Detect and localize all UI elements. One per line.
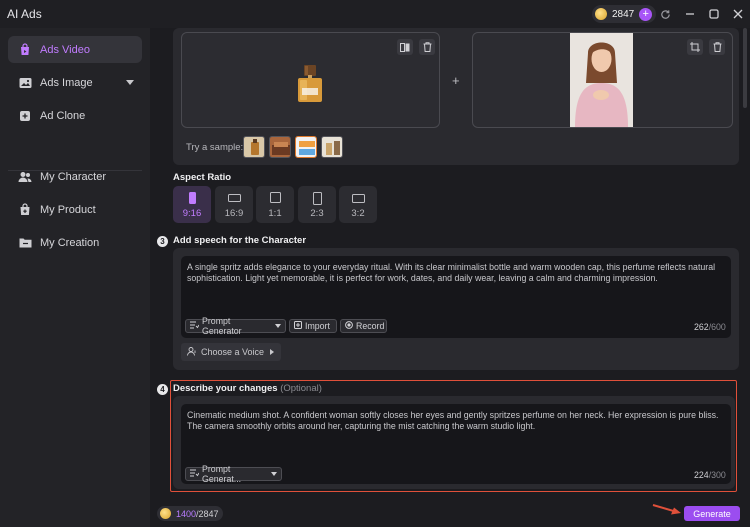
close-icon[interactable] (730, 6, 746, 22)
sidebar: Ads Video Ads Image Ad Clone My Characte… (0, 28, 150, 527)
ratio-label: 16:9 (224, 208, 244, 219)
prompt-generator-label: Prompt Generator (202, 316, 242, 336)
perfume-product-image (296, 64, 324, 107)
chevron-down-icon (275, 324, 281, 328)
ratio-label: 2:3 (310, 208, 324, 219)
credits-total: /2847 (196, 508, 219, 519)
users-icon (18, 170, 32, 184)
sidebar-item-my-character[interactable]: My Character (8, 163, 142, 190)
choose-voice-label: Choose a Voice (201, 347, 265, 357)
generate-button[interactable]: Generate (684, 506, 740, 521)
prompt-generator-dropdown[interactable]: Prompt Generator (185, 316, 286, 336)
sidebar-item-label: Ad Clone (40, 109, 86, 122)
sidebar-item-ads-video[interactable]: Ads Video (8, 36, 142, 63)
clone-icon (18, 109, 32, 123)
import-icon (294, 321, 302, 331)
ratio-option-1-1[interactable]: 1:1 (256, 186, 294, 223)
delete-icon[interactable] (419, 39, 435, 55)
coin-icon (160, 508, 171, 519)
scrollbar-thumb[interactable] (743, 28, 747, 108)
portrait-ratio-icon (312, 192, 322, 205)
record-button[interactable]: Record (340, 319, 387, 333)
video-bag-icon (18, 43, 32, 57)
swap-image-icon[interactable] (397, 39, 413, 55)
credits-count: 2847 (612, 8, 635, 20)
delete-icon[interactable] (709, 39, 725, 55)
ratio-label: 3:2 (351, 208, 365, 219)
choose-voice-button[interactable]: Choose a Voice (181, 343, 281, 361)
ratio-option-16-9[interactable]: 16:9 (215, 186, 253, 223)
speech-char-max: /600 (708, 322, 726, 332)
import-button[interactable]: Import (289, 319, 337, 333)
character-upload-box[interactable] (472, 32, 733, 128)
sidebar-item-label: My Product (40, 203, 96, 216)
landscape-ratio-icon (351, 194, 365, 203)
ratio-label: 9:16 (182, 208, 202, 219)
prompt-list-icon (190, 321, 200, 331)
maximize-icon[interactable] (706, 6, 722, 22)
sample-thumbnail-2[interactable] (269, 136, 291, 158)
folder-icon (18, 236, 32, 250)
arrow-pointer-icon (652, 502, 684, 519)
coin-icon (595, 8, 607, 20)
product-upload-box[interactable] (181, 32, 440, 128)
record-label: Record (356, 321, 385, 331)
chevron-right-icon (270, 349, 275, 355)
image-icon (18, 76, 32, 90)
highlight-outline (170, 380, 737, 492)
credits-badge[interactable]: 2847 + (592, 5, 656, 23)
character-photo (570, 33, 633, 127)
sample-thumbnail-1[interactable] (243, 136, 265, 158)
step-number-4: 4 (157, 384, 168, 395)
speech-section-title: Add speech for the Character (173, 235, 307, 246)
import-label: Import (305, 321, 330, 331)
record-icon (345, 321, 353, 331)
voice-user-icon (187, 346, 197, 358)
aspect-ratio-title: Aspect Ratio (173, 172, 232, 183)
square-ratio-icon (269, 192, 281, 203)
step-number-3: 3 (157, 236, 168, 247)
crop-icon[interactable] (687, 39, 703, 55)
sample-thumbnail-3[interactable] (295, 136, 317, 158)
speech-char-count: 262 (694, 322, 709, 332)
landscape-ratio-icon (227, 194, 241, 202)
sidebar-item-ad-clone[interactable]: Ad Clone (8, 102, 142, 129)
portrait-ratio-icon (188, 192, 196, 204)
minimize-icon[interactable] (682, 6, 698, 22)
sidebar-item-my-creation[interactable]: My Creation (8, 229, 142, 256)
add-credits-button[interactable]: + (639, 7, 653, 21)
chevron-down-icon[interactable] (126, 80, 134, 85)
speech-text: A single spritz adds elegance to your ev… (187, 262, 716, 283)
title-bar: AI Ads 2847 + (0, 0, 750, 28)
sidebar-item-label: My Character (40, 170, 107, 183)
ratio-label: 1:1 (268, 208, 282, 219)
sidebar-item-ads-image[interactable]: Ads Image (8, 69, 142, 96)
ratio-option-2-3[interactable]: 2:3 (298, 186, 336, 223)
sidebar-item-label: Ads Video (40, 43, 90, 56)
credits-cost-badge: 1400/2847 (157, 506, 223, 521)
ratio-option-9-16[interactable]: 9:16 (173, 186, 211, 223)
sidebar-item-label: My Creation (40, 236, 100, 249)
plus-icon: + (452, 73, 460, 88)
refresh-icon[interactable] (657, 6, 673, 22)
try-sample-label: Try a sample: (186, 142, 244, 153)
credits-used: 1400 (176, 508, 197, 519)
sample-thumbnail-4[interactable] (321, 136, 343, 158)
speech-char-counter: 262/600 (694, 322, 726, 332)
sidebar-item-my-product[interactable]: My Product (8, 196, 142, 223)
ratio-option-3-2[interactable]: 3:2 (339, 186, 377, 223)
sidebar-item-label: Ads Image (40, 76, 93, 89)
product-bag-icon (18, 203, 32, 217)
app-title: AI Ads (7, 7, 42, 21)
